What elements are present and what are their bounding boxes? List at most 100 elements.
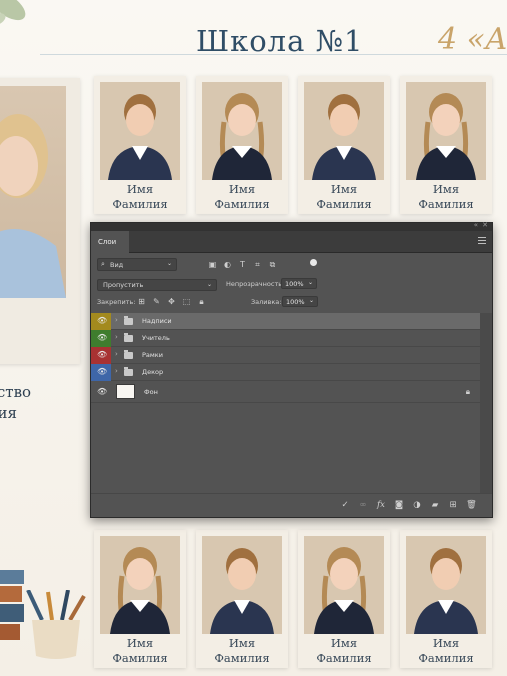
- chevron-down-icon: ⌄: [166, 260, 172, 267]
- adjustment-icon[interactable]: ◑: [412, 500, 422, 510]
- student-photo: [202, 82, 282, 180]
- collapse-icon[interactable]: «: [474, 221, 478, 229]
- layer-visibility-toggle[interactable]: 👁︎: [91, 347, 111, 364]
- student-card: Имя Фамилия: [196, 76, 288, 214]
- student-card: Имя Фамилия: [298, 76, 390, 214]
- mask-icon[interactable]: ◙: [394, 500, 404, 510]
- teacher-caption-line2: лия: [0, 404, 17, 422]
- filter-pixel-icon[interactable]: ▣: [208, 260, 217, 269]
- student-name: Имя Фамилия: [214, 182, 270, 211]
- student-card: Имя Фамилия: [94, 76, 186, 214]
- lock-icon: 🔒︎: [465, 387, 470, 396]
- folder-icon: [124, 350, 133, 359]
- layer-visibility-toggle[interactable]: 👁︎: [91, 330, 111, 347]
- class-title: 4 «А: [438, 22, 507, 57]
- lock-transparent-icon[interactable]: ⊞: [137, 297, 146, 306]
- student-card: Имя Фамилия: [400, 530, 492, 668]
- layer-filter-select[interactable]: ⌕ Вид ⌄: [97, 258, 177, 271]
- student-photo: [100, 82, 180, 180]
- layers-scrollbar[interactable]: [480, 313, 492, 493]
- fill-label: Заливка:: [251, 298, 282, 306]
- eye-icon: 👁︎: [97, 367, 108, 376]
- leaf-decoration-icon: [0, 0, 26, 27]
- layer-row-nadpisi[interactable]: 👁︎ › Надписи: [91, 313, 480, 330]
- teacher-caption: ество лия ь: [0, 382, 68, 445]
- student-photo: [406, 536, 486, 634]
- blend-mode-value: Пропустить: [103, 281, 144, 289]
- link-icon[interactable]: ∞: [358, 500, 368, 510]
- filter-adjustment-icon[interactable]: ◐: [223, 260, 232, 269]
- pencil-cup-decoration-icon: [26, 590, 86, 659]
- student-photo: [304, 82, 384, 180]
- blend-mode-select[interactable]: Пропустить ⌄: [97, 279, 217, 291]
- filter-toggle[interactable]: [310, 259, 317, 266]
- student-name: Имя Фамилия: [316, 636, 372, 665]
- lock-all-icon[interactable]: 🔒︎: [197, 297, 206, 306]
- layer-row-fon[interactable]: 👁︎ Фон 🔒︎: [91, 381, 480, 403]
- teacher-portrait-icon: [0, 114, 66, 298]
- layer-row-uchitel[interactable]: 👁︎ › Учитель: [91, 330, 480, 347]
- chevron-right-icon[interactable]: ›: [115, 333, 118, 341]
- new-layer-icon[interactable]: ⊞: [448, 500, 458, 510]
- search-icon: ⌕: [101, 260, 105, 268]
- lock-artboard-icon[interactable]: ⬚: [182, 297, 191, 306]
- eye-icon: 👁︎: [97, 387, 108, 396]
- layer-name: Декор: [142, 368, 164, 376]
- new-group-icon[interactable]: ▰: [430, 500, 440, 510]
- student-photo: [406, 82, 486, 180]
- student-name: Имя Фамилия: [316, 182, 372, 211]
- student-card: Имя Фамилия: [298, 530, 390, 668]
- folder-icon: [124, 316, 133, 325]
- panel-title-bar[interactable]: « ✕: [91, 221, 492, 231]
- eye-icon: 👁︎: [97, 333, 108, 342]
- fill-value: 100%: [286, 298, 305, 306]
- filter-type-icons: ▣ ◐ T ⌗ ⧉: [208, 258, 277, 271]
- brush-icon[interactable]: ✓: [340, 500, 350, 510]
- folder-icon: [124, 367, 133, 376]
- layer-filter-label: Вид: [110, 261, 124, 269]
- teacher-caption-line3: ь: [0, 424, 68, 445]
- layers-list: 👁︎ › Надписи 👁︎ › Учитель 👁︎ › Рамки 👁︎ …: [91, 313, 480, 403]
- student-name: Имя Фамилия: [112, 636, 168, 665]
- chevron-right-icon[interactable]: ›: [115, 367, 118, 375]
- opacity-input[interactable]: 100% ⌄: [281, 278, 317, 289]
- chevron-down-icon: ⌄: [206, 281, 212, 288]
- trash-icon[interactable]: 🗑︎: [466, 500, 477, 510]
- lock-image-icon[interactable]: ✎: [152, 297, 161, 306]
- student-name: Имя Фамилия: [418, 182, 474, 211]
- layer-visibility-toggle[interactable]: 👁︎: [91, 364, 111, 381]
- filter-smart-object-icon[interactable]: ⧉: [268, 260, 277, 269]
- teacher-photo: [0, 86, 66, 298]
- layer-row-ramki[interactable]: 👁︎ › Рамки: [91, 347, 480, 364]
- student-photo: [100, 536, 180, 634]
- layers-bottom-toolbar: ✓ ∞ fx ◙ ◑ ▰ ⊞ 🗑︎: [91, 493, 492, 517]
- student-name: Имя Фамилия: [418, 636, 474, 665]
- filter-shape-icon[interactable]: ⌗: [253, 260, 262, 269]
- layer-thumbnail: [116, 384, 135, 399]
- filter-type-icon[interactable]: T: [238, 260, 247, 269]
- layer-row-dekor[interactable]: 👁︎ › Декор: [91, 364, 480, 381]
- school-title: Школа №1: [196, 24, 364, 58]
- student-card: Имя Фамилия: [400, 76, 492, 214]
- student-card: Имя Фамилия: [94, 530, 186, 668]
- close-icon[interactable]: ✕: [482, 221, 488, 229]
- layer-visibility-toggle[interactable]: 👁︎: [91, 313, 111, 330]
- fill-input[interactable]: 100% ⌄: [282, 296, 318, 307]
- lock-label: Закрепить:: [97, 298, 136, 306]
- opacity-value: 100%: [285, 280, 304, 288]
- folder-icon: [124, 333, 133, 342]
- student-photo: [304, 536, 384, 634]
- lock-position-icon[interactable]: ✥: [167, 297, 176, 306]
- tab-layers[interactable]: Слои: [91, 231, 129, 253]
- panel-menu-icon[interactable]: [478, 237, 486, 246]
- layer-visibility-toggle[interactable]: 👁︎: [91, 381, 111, 403]
- fx-icon[interactable]: fx: [376, 500, 386, 510]
- student-card: Имя Фамилия: [196, 530, 288, 668]
- teacher-caption-line1: ество: [0, 383, 32, 401]
- student-name: Имя Фамилия: [112, 182, 168, 211]
- chevron-down-icon: ⌄: [307, 279, 313, 286]
- eye-icon: 👁︎: [97, 316, 108, 325]
- layer-name: Фон: [144, 388, 158, 396]
- chevron-right-icon[interactable]: ›: [115, 316, 118, 324]
- chevron-right-icon[interactable]: ›: [115, 350, 118, 358]
